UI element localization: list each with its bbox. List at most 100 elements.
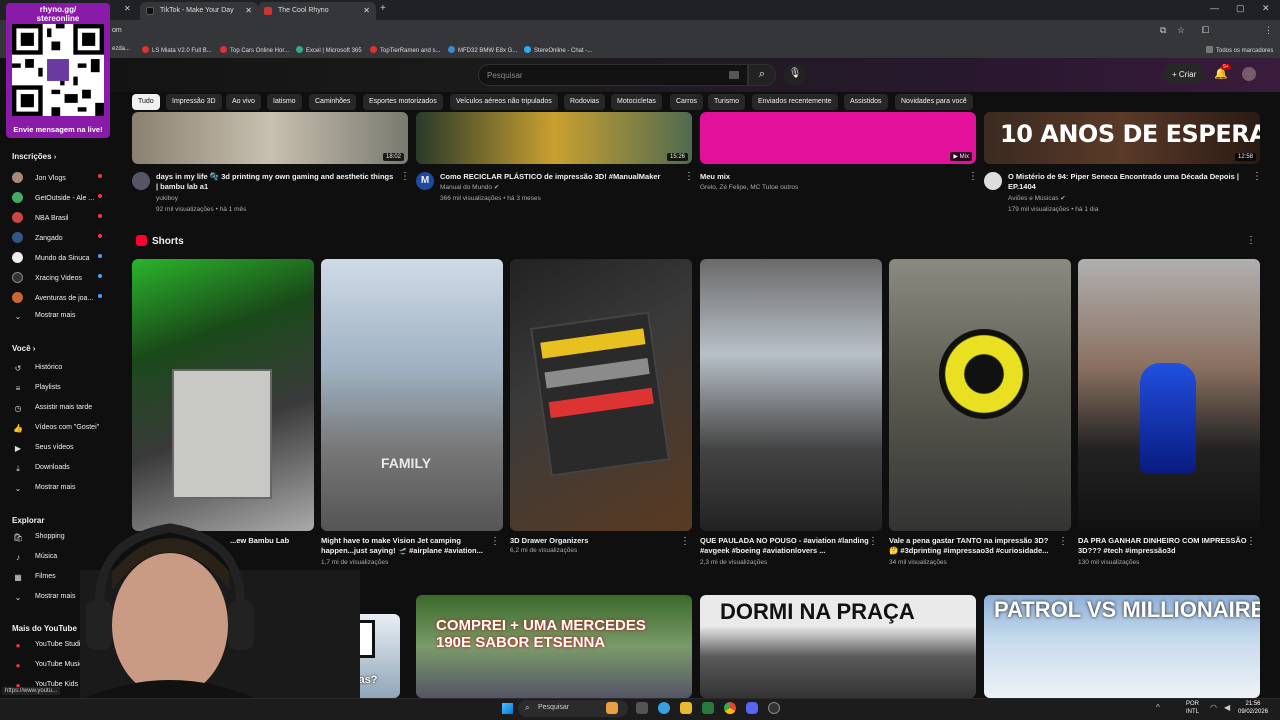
tab-tiktok[interactable]: TikTok - Make Your Day ✕ <box>140 2 258 20</box>
channel-name[interactable]: Manual do Mundo ✔ <box>440 182 499 193</box>
bookmark[interactable]: LS Miata V2.0 Full B... <box>142 46 212 54</box>
sidebar-sub[interactable]: NBA Brasil <box>12 212 112 223</box>
chip[interactable]: Carros <box>670 94 704 110</box>
edge-icon[interactable] <box>658 702 670 714</box>
taskbar-clock[interactable]: 21:56 09/02/2026 <box>1238 700 1268 716</box>
sidebar-sub[interactable]: Jon Vlogs <box>12 172 112 183</box>
sidebar-sub[interactable]: GetOutside - Ale ... <box>12 192 112 203</box>
sidebar-item-history[interactable]: ↺ Histórico <box>12 364 112 374</box>
video-thumbnail[interactable]: 18:02 <box>132 112 408 164</box>
keyboard-icon[interactable] <box>729 71 739 79</box>
minimize-icon[interactable]: — <box>1210 3 1219 13</box>
maximize-icon[interactable]: ▢ <box>1236 3 1245 14</box>
you-heading[interactable]: Você › <box>12 344 35 353</box>
mix-thumbnail[interactable]: ▶ Mix <box>700 112 976 164</box>
channel-avatar[interactable] <box>132 172 150 190</box>
short-thumbnail[interactable] <box>700 259 882 531</box>
sidebar-item-downloads[interactable]: ⤓ Downloads <box>12 464 112 474</box>
more-options-icon[interactable]: ⋮ <box>1252 171 1262 182</box>
chip-tudo[interactable]: Tudo <box>132 94 160 110</box>
search-input[interactable]: Pesquisar <box>478 64 748 86</box>
sidebar-show-more[interactable]: ⌄ Mostrar mais <box>12 312 112 322</box>
chip[interactable]: Motocicletas <box>611 94 662 110</box>
short-title[interactable]: Vale a pena gastar TANTO na impressão 3D… <box>889 536 1059 556</box>
sidebar-show-more[interactable]: ⌄ Mostrar mais <box>12 484 112 494</box>
star-icon[interactable]: ☆ <box>1177 25 1185 36</box>
more-options-icon[interactable]: ⋮ <box>680 536 690 547</box>
new-tab-icon[interactable]: + <box>380 3 386 14</box>
extensions-icon[interactable]: ⧠ <box>1202 25 1209 36</box>
channel-avatar[interactable] <box>984 172 1002 190</box>
chip[interactable]: Ao vivo <box>226 94 261 110</box>
channel-name[interactable]: yukiboy <box>156 193 178 204</box>
short-thumbnail[interactable] <box>889 259 1071 531</box>
close-icon[interactable]: ✕ <box>363 6 370 15</box>
video-title[interactable]: Meu mix <box>700 172 940 182</box>
sidebar-item-playlists[interactable]: ≡ Playlists <box>12 384 112 394</box>
short-title[interactable]: QUE PAULADA NO POUSO - #aviation #landin… <box>700 536 870 556</box>
more-options-icon[interactable]: ⋮ <box>400 171 410 182</box>
close-icon[interactable]: ✕ <box>245 6 252 15</box>
chevron-up-icon[interactable]: ^ <box>1156 703 1160 712</box>
chip[interactable]: Esportes motorizados <box>363 94 443 110</box>
menu-icon[interactable]: ⋮ <box>1264 25 1273 36</box>
bookmark[interactable]: MFD32 BMW E8x G... <box>448 46 517 54</box>
chip[interactable]: Impressão 3D <box>166 94 222 110</box>
create-button[interactable]: + Criar <box>1163 64 1205 84</box>
tab-cool-rhyno[interactable]: The Cool Rhyno ✕ <box>258 2 376 20</box>
more-options-icon[interactable]: ⋮ <box>1246 536 1256 547</box>
bookmark[interactable]: ezda... <box>112 46 130 52</box>
weather-icon[interactable] <box>606 702 618 714</box>
video-thumbnail[interactable]: 10 ANOS DE ESPERA 12:58 <box>984 112 1260 164</box>
short-thumbnail[interactable] <box>132 259 314 531</box>
discord-icon[interactable] <box>746 702 758 714</box>
wifi-icon[interactable]: ◠ <box>1210 703 1217 712</box>
more-options-icon[interactable]: ⋮ <box>1058 536 1068 547</box>
bookmark[interactable]: TopTierRamen and s... <box>370 46 440 54</box>
task-view-icon[interactable] <box>636 702 648 714</box>
app-icon[interactable] <box>702 702 714 714</box>
chip[interactable]: Novidades para você <box>895 94 973 110</box>
more-options-icon[interactable]: ⋮ <box>868 536 878 547</box>
chip[interactable]: Assistidos <box>844 94 888 110</box>
video-title[interactable]: O Mistério de 94: Piper Seneca Encontrad… <box>1008 172 1244 192</box>
sidebar-sub[interactable]: Aventuras de joa... <box>12 292 112 303</box>
sidebar-item-watch-later[interactable]: ◷ Assistir mais tarde <box>12 404 112 414</box>
search-button[interactable]: ⌕ <box>748 64 776 86</box>
video-thumbnail[interactable]: DORMI NA PRAÇA <box>700 595 976 698</box>
short-thumbnail[interactable] <box>1078 259 1260 531</box>
windows-start-icon[interactable] <box>502 703 513 714</box>
chip[interactable]: Turismo <box>708 94 746 110</box>
language-indicator[interactable]: POR INTL <box>1186 700 1199 716</box>
volume-icon[interactable]: ◀ <box>1224 703 1230 712</box>
subscriptions-heading[interactable]: Inscrições › <box>12 152 56 161</box>
video-thumbnail[interactable]: 15:26 <box>416 112 692 164</box>
video-title[interactable]: Como RECICLAR PLÁSTICO de impressão 3D! … <box>440 172 680 182</box>
cast-icon[interactable]: ⧉ <box>1160 25 1166 36</box>
more-options-icon[interactable]: ⋮ <box>968 171 978 182</box>
video-thumbnail[interactable]: PATROL VS MILLIONAIRES! <box>984 595 1260 698</box>
sidebar-sub[interactable]: Mundo da Sinuca <box>12 252 112 263</box>
bookmark[interactable]: Excel | Microsoft 365 <box>296 46 362 54</box>
channel-avatar[interactable]: M <box>416 172 434 190</box>
short-title[interactable]: 3D Drawer Organizers <box>510 536 680 546</box>
close-icon[interactable]: ✕ <box>124 4 131 13</box>
file-explorer-icon[interactable] <box>680 702 692 714</box>
bookmark[interactable]: StereOnline - Chat -... <box>524 46 592 54</box>
chip[interactable]: Enviados recentemente <box>752 94 838 110</box>
sidebar-item-your-videos[interactable]: ▶ Seus vídeos <box>12 444 112 454</box>
short-thumbnail[interactable]: FAMILY <box>321 259 503 531</box>
more-options-icon[interactable]: ⋮ <box>490 536 500 547</box>
chip[interactable]: Caminhões <box>309 94 357 110</box>
more-options-icon[interactable]: ⋮ <box>1246 235 1256 246</box>
more-options-icon[interactable]: ⋮ <box>684 171 694 182</box>
bookmark[interactable]: Top Cars Online Hor... <box>220 46 289 54</box>
sidebar-sub[interactable]: Xracing Videos <box>12 272 112 283</box>
obs-icon[interactable] <box>768 702 780 714</box>
mic-button[interactable]: 🎙 <box>784 64 806 86</box>
chrome-icon[interactable] <box>724 702 736 714</box>
short-title[interactable]: DA PRA GANHAR DINHEIRO COM IMPRESSÃO 3D?… <box>1078 536 1248 556</box>
channel-name[interactable]: Aviões e Músicas ✔ <box>1008 193 1066 204</box>
address-bar[interactable]: om ⧉ ☆ ⧠ ⋮ <box>0 20 1280 42</box>
chip[interactable]: Veículos aéreos não tripulados <box>450 94 558 110</box>
